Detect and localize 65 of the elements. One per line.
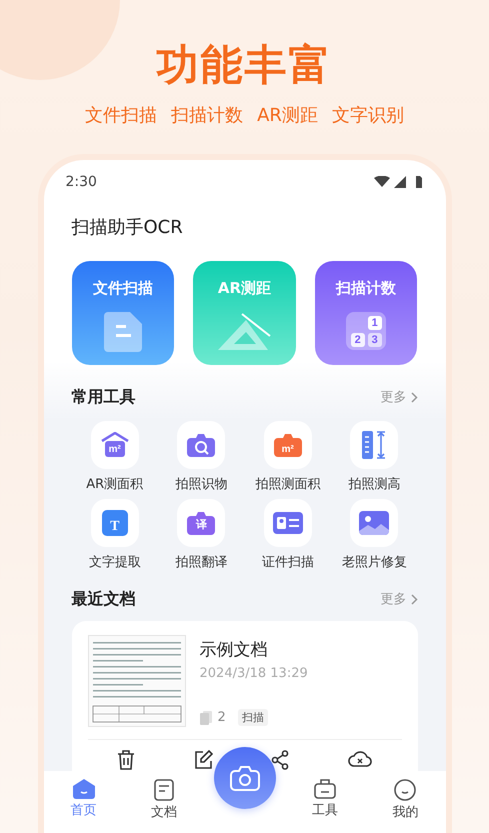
tool-tile[interactable]: T	[90, 499, 139, 547]
camera-icon	[230, 765, 260, 791]
share-icon[interactable]	[271, 750, 290, 770]
number-grid-icon: 1 2 3	[346, 312, 386, 350]
trash-icon[interactable]	[116, 750, 135, 770]
edit-icon[interactable]	[194, 750, 213, 769]
cloud-icon[interactable]	[348, 750, 372, 768]
more-link[interactable]: 更多	[380, 590, 418, 608]
feature-label: 文件扫描	[85, 104, 158, 128]
feature-label: 扫描计数	[171, 104, 244, 128]
nav-tab[interactable]: 首页	[44, 779, 124, 819]
document-name: 示例文档	[200, 639, 268, 661]
quick-action-card[interactable]: 文件扫描	[72, 261, 174, 365]
feature-label: 文字识别	[332, 104, 404, 128]
briefcase-icon	[314, 779, 336, 799]
tool-label: 证件扫描	[262, 555, 314, 571]
document-tag: 扫描	[238, 709, 268, 726]
nav-tab[interactable]: 工具	[284, 779, 366, 819]
section-title: 最近文档	[72, 588, 136, 610]
app-title: 扫描助手OCR	[72, 216, 184, 240]
page-count: 2	[218, 710, 226, 725]
house-icon	[72, 779, 95, 799]
document-icon	[104, 312, 142, 352]
id-card-icon	[272, 512, 303, 534]
tool-label: 老照片修复	[342, 555, 407, 571]
tool-label: 文字提取	[88, 555, 141, 571]
tool-tile[interactable]	[350, 499, 398, 547]
chevron-right-icon	[410, 392, 418, 402]
more-link[interactable]: 更多	[380, 388, 418, 406]
tool-label: 拍照测面积	[255, 477, 320, 493]
tool-tile[interactable]: m²	[90, 421, 139, 469]
status-time: 2:30	[66, 174, 97, 190]
camera-icon	[187, 433, 216, 457]
house-icon	[100, 432, 129, 458]
tool-label: AR测面积	[86, 477, 144, 493]
feature-label: AR测距	[257, 104, 318, 128]
text-square-icon	[102, 510, 128, 536]
document-card[interactable]: 示例文档 2024/3/18 13:29 2 扫描	[72, 621, 418, 771]
nav-tab[interactable]: 我的	[365, 779, 446, 821]
tool-label: 拍照翻译	[175, 555, 228, 571]
headline: 功能丰富	[156, 40, 332, 90]
icon-glyph: T	[110, 521, 120, 533]
tool-label: 拍照测高	[348, 477, 400, 493]
tool-tile[interactable]: 译	[177, 499, 226, 547]
icon-glyph: m²	[108, 444, 121, 456]
tool-tile[interactable]	[350, 421, 398, 469]
camera-icon	[274, 433, 302, 457]
chevron-right-icon	[410, 594, 418, 604]
nav-tab[interactable]: 文档	[124, 779, 204, 821]
quick-action-card[interactable]: 扫描计数 1 2 3	[314, 261, 418, 365]
document-date: 2024/3/18 13:29	[200, 665, 309, 683]
smiley-icon	[394, 779, 416, 801]
document-icon	[154, 779, 174, 801]
section-title: 常用工具	[72, 386, 136, 408]
tool-tile[interactable]: m²	[264, 421, 312, 469]
icon-glyph: 译	[196, 519, 207, 532]
picture-icon	[359, 511, 390, 535]
camera-icon	[187, 511, 216, 535]
status-icons	[374, 176, 424, 188]
tool-label: 拍照识物	[175, 477, 228, 493]
tool-tile[interactable]	[264, 499, 312, 547]
pages-icon	[200, 710, 212, 724]
tool-tile[interactable]	[177, 421, 226, 469]
set-square-ruler-icon	[216, 312, 272, 352]
icon-glyph: m²	[282, 444, 294, 456]
